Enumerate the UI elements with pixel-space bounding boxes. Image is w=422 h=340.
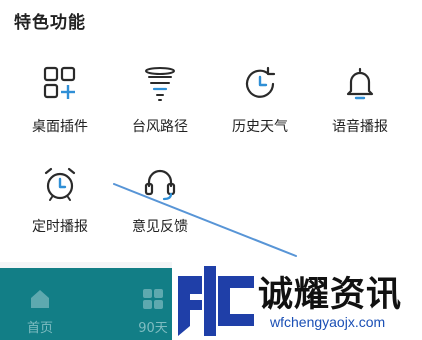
brand-logo-icon [178, 266, 254, 336]
section-title: 特色功能 [14, 13, 86, 33]
watermark-title: 诚耀资讯 [258, 275, 403, 315]
bell-icon [314, 64, 406, 104]
watermark: 诚耀资讯 wfchengyaojx.com [172, 260, 422, 340]
typhoon-icon [114, 64, 206, 104]
tab-home[interactable]: 首页 [0, 268, 80, 340]
alarm-clock-icon [14, 164, 106, 204]
feature-label: 历史天气 [232, 119, 288, 135]
widget-add-icon [14, 64, 106, 104]
feature-label: 定时播报 [32, 219, 88, 235]
history-clock-icon [214, 64, 306, 104]
feature-label: 语音播报 [332, 119, 388, 135]
home-icon [0, 288, 80, 310]
feature-label: 桌面插件 [32, 119, 88, 135]
tab-label: 首页 [26, 321, 53, 336]
decorative-streak [113, 183, 297, 257]
feature-label: 台风路径 [132, 119, 188, 135]
watermark-url: wfchengyaojx.com [270, 314, 386, 330]
features-panel: 特色功能 桌面插件 台风路径 历史天气 语音播报 定时播报 意见反馈 [0, 0, 422, 262]
